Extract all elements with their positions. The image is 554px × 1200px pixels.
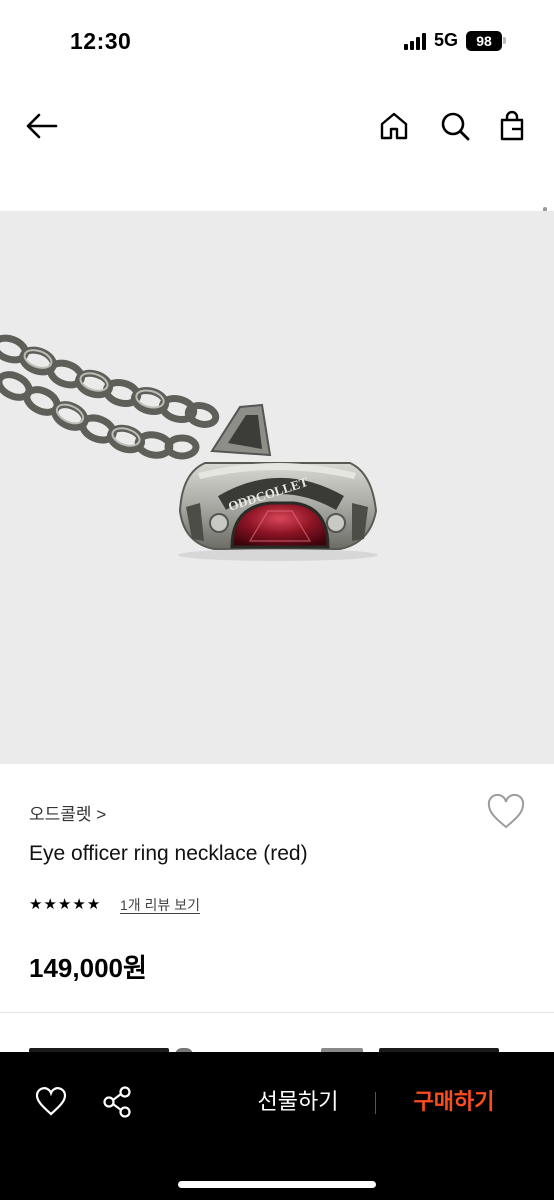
share-icon[interactable] [101,1085,135,1119]
battery-icon: 98 [466,30,506,51]
bottom-action-bar: 선물하기 구매하기 [0,1052,554,1200]
gift-button[interactable]: 선물하기 [236,1082,360,1122]
brand-link[interactable]: 오드콜렛 > [29,800,106,825]
home-indicator[interactable] [178,1181,376,1188]
arrow-left-icon[interactable] [24,108,60,144]
home-icon[interactable] [376,108,412,144]
search-icon[interactable] [437,108,473,144]
product-name: Eye officer ring necklace (red) [29,842,308,865]
status-time: 12:30 [70,28,132,54]
heart-outline-icon[interactable] [487,793,525,830]
nav-bar [0,100,554,152]
divider [375,1092,376,1114]
signal-icon [403,32,426,50]
product-price: 149,000원 [29,953,147,983]
star-icon: ★ [29,896,43,913]
rating-stars: ★ ★ ★ ★ ★ [29,897,100,913]
star-icon: ★ [43,896,57,913]
review-link[interactable]: 1개 리뷰 보기 [120,895,200,915]
status-indicators: 5G 98 [403,30,506,51]
product-image[interactable]: ODDCOLLET [0,211,554,764]
battery-level: 98 [466,30,502,51]
star-icon: ★ [86,896,101,913]
star-icon: ★ [72,896,86,913]
heart-icon[interactable] [34,1085,68,1119]
status-bar: 12:30 5G 98 [0,0,554,80]
buy-button[interactable]: 구매하기 [392,1082,516,1122]
shopping-bag-icon[interactable] [494,108,530,144]
network-label: 5G [433,30,458,50]
star-icon: ★ [57,896,72,913]
divider [0,1012,554,1013]
